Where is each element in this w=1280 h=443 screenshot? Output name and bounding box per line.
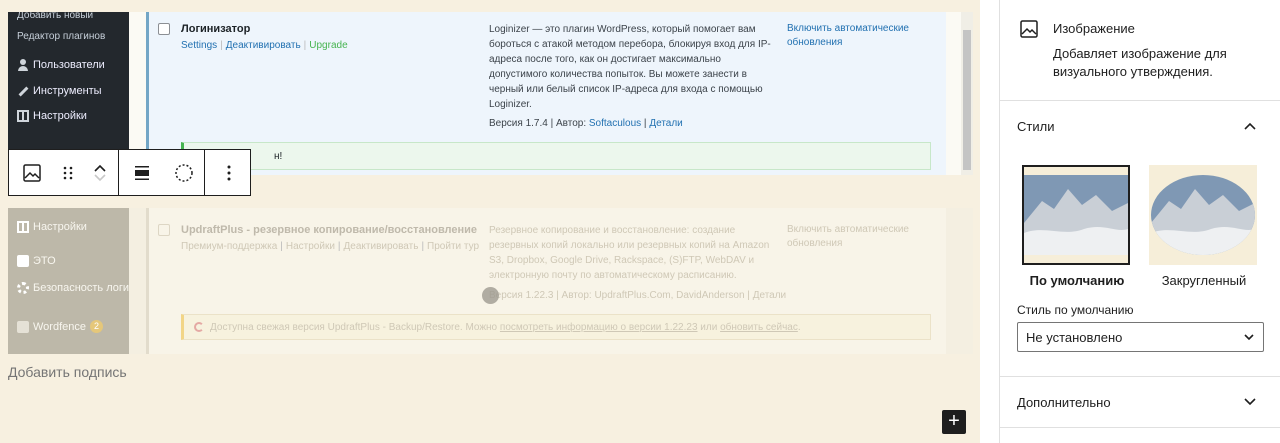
sidebar-item-settings: Настройки	[17, 110, 87, 122]
notice-version-link: посмотреть информацию о версии 1.22.23	[499, 322, 698, 333]
default-style-value: Не установлено	[1026, 330, 1123, 345]
panel-divider	[1000, 427, 1280, 428]
sidebar-item-users: Пользователи	[17, 59, 105, 71]
refresh-icon	[194, 322, 204, 332]
editor-canvas[interactable]: Добавить новый Редактор плагинов Пользов…	[0, 0, 980, 443]
chevron-down-icon	[1244, 398, 1256, 406]
notice-update-link: обновить сейчас	[720, 322, 798, 333]
plugin-row-updraftplus: UpdraftPlus - резервное копирование/восс…	[146, 208, 946, 354]
toolbar-group-more	[205, 150, 252, 195]
plugin-author-link: Softaculous	[588, 118, 642, 129]
settings-icon	[17, 221, 29, 233]
wp-admin-sidebar-faded: Настройки ЭТО Безопасность логина Wordfe…	[8, 208, 141, 354]
image-block-bottom-part[interactable]: Настройки ЭТО Безопасность логина Wordfe…	[8, 208, 973, 354]
sidebar-item-tools: Инструменты	[17, 85, 102, 97]
style-option-default[interactable]: По умолчанию	[1022, 165, 1132, 288]
style-preview-default	[1022, 165, 1130, 265]
plugin-actions: Премиум-поддержка | Настройки | Деактивирова…	[181, 241, 480, 252]
plugin-details-link: Детали	[649, 118, 683, 129]
sidebar-item-wordfence: Wordfence 2	[17, 320, 103, 333]
style-option-rounded[interactable]: Закругленный	[1149, 165, 1259, 288]
block-title: Изображение	[1053, 21, 1135, 36]
caption-input[interactable]: Добавить подпись	[8, 364, 127, 380]
block-inspector-sidebar: Изображение Добавляет изображение для ви…	[999, 0, 1280, 443]
image-icon	[1020, 20, 1038, 43]
plugin-checkbox	[158, 224, 170, 236]
plugin-name: UpdraftPlus - резервное копирование/восс…	[181, 224, 478, 236]
style-label-default: По умолчанию	[1029, 273, 1125, 288]
sidebar-item-seo: ЭТО	[17, 255, 56, 267]
style-label-rounded: Закругленный	[1161, 273, 1247, 288]
move-down-icon[interactable]	[93, 173, 107, 183]
plugin-checkbox	[158, 23, 170, 35]
settings-icon	[17, 110, 29, 122]
style-preview-rounded	[1149, 165, 1257, 265]
sidebar-item-plugin-editor: Редактор плагинов	[17, 31, 106, 42]
more-options-icon[interactable]	[205, 150, 252, 195]
block-description: Добавляет изображение для визуального ут…	[1053, 46, 1227, 79]
success-notice: н!	[181, 142, 931, 170]
default-style-label: Стиль по умолчанию	[1017, 303, 1134, 317]
wrench-icon	[17, 85, 29, 97]
screenshot-scrollbar	[961, 12, 973, 175]
mountain-image-preview	[1024, 167, 1128, 263]
plugin-description: Резервное копирование и восстановление: …	[489, 225, 770, 281]
styles-panel-title: Стили	[1017, 118, 1055, 134]
chevron-up-icon	[1244, 122, 1256, 130]
image-icon[interactable]	[9, 150, 54, 195]
block-card: Изображение Добавляет изображение для ви…	[1000, 0, 1280, 101]
styles-panel-toggle[interactable]: Стили	[1000, 101, 1280, 151]
align-icon[interactable]	[119, 150, 164, 195]
advanced-panel-toggle[interactable]: Дополнительно	[1000, 377, 1280, 427]
toolbar-group-tools	[119, 150, 205, 195]
block-toolbar	[8, 149, 251, 196]
auto-updates-link: Включить автоматические обновления	[787, 224, 909, 249]
yoast-icon	[17, 255, 29, 267]
wordfence-icon	[17, 320, 29, 333]
update-notice: Доступна свежая версия UpdraftPlus - Bac…	[181, 314, 931, 340]
plugin-meta: Версия 1.7.4 | Автор: Softaculous | Дета…	[489, 118, 683, 129]
users-icon	[17, 59, 29, 71]
auto-updates-link: Включить автоматические обновления	[787, 23, 909, 48]
toolbar-group-block	[9, 150, 119, 195]
plugin-action-settings: Settings	[181, 40, 218, 51]
plugin-name: Логинизатор	[181, 23, 251, 35]
sidebar-item-settings-2: Настройки	[17, 221, 87, 233]
mouse-cursor-dot	[482, 287, 499, 304]
sidebar-item-add-new: Добавить новый	[17, 12, 94, 21]
block-inserter-button[interactable]: +	[942, 410, 966, 434]
move-up-icon[interactable]	[93, 163, 107, 173]
advanced-panel-title: Дополнительно	[1017, 394, 1111, 410]
plugin-actions: Settings | Деактивировать | Upgrade	[181, 40, 348, 51]
chevron-down-icon	[1244, 334, 1254, 341]
wordfence-badge: 2	[90, 320, 103, 333]
duotone-icon[interactable]	[164, 150, 204, 195]
canvas-gutter	[980, 0, 999, 443]
plugin-description: Loginizer — это плагин WordPress, которы…	[489, 24, 771, 110]
plugin-action-deactivate: Деактивировать	[225, 40, 301, 51]
gear-icon	[17, 282, 29, 294]
mountain-image-preview-rounded	[1151, 167, 1255, 263]
plugin-action-upgrade: Upgrade	[309, 40, 348, 51]
drag-handle-icon[interactable]	[54, 150, 82, 195]
sidebar-item-login-security: Безопасность логина	[17, 282, 141, 295]
plugin-row-loginizer: Логинизатор Settings | Деактивировать | Upgr…	[146, 12, 946, 175]
default-style-select[interactable]: Не установлено	[1017, 322, 1264, 352]
plugin-meta: Версия 1.22.3 | Автор: UpdraftPlus.Com, …	[489, 290, 787, 301]
content-gap	[129, 208, 146, 354]
move-buttons	[82, 150, 118, 195]
